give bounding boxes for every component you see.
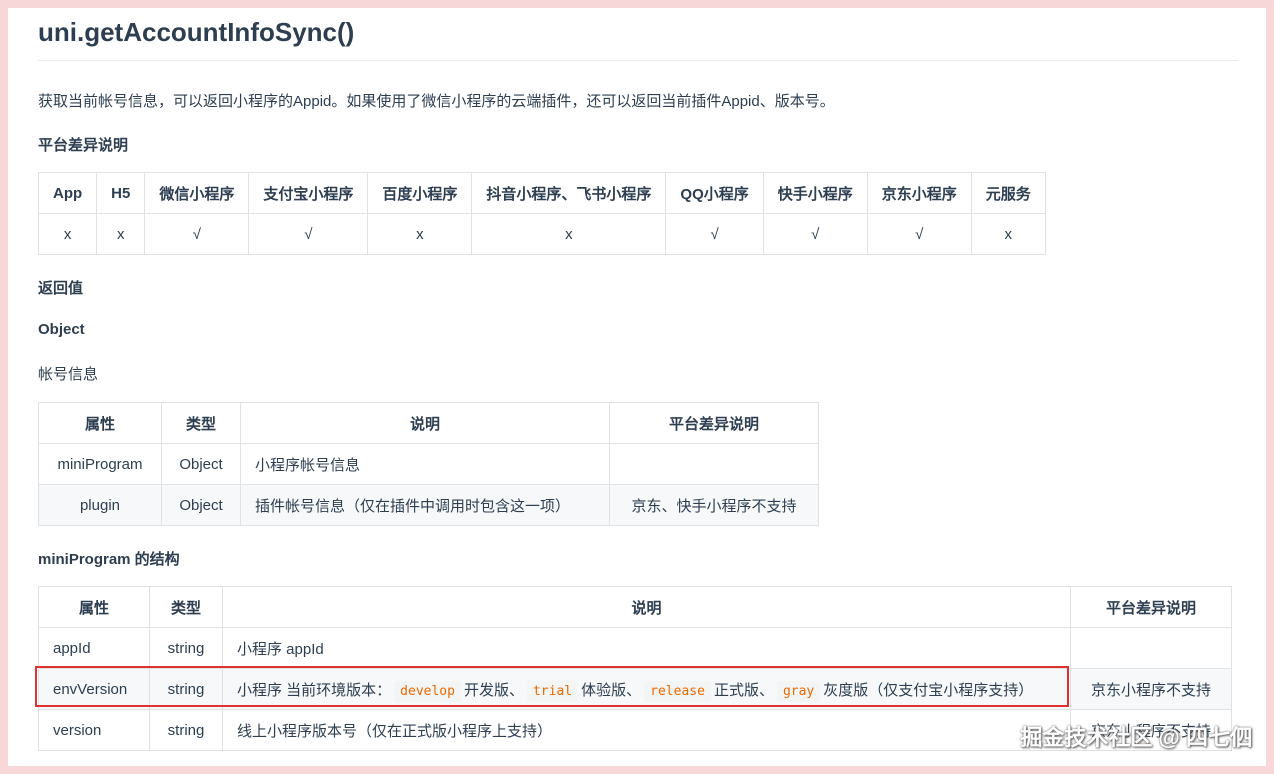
platform-value: √	[665, 213, 764, 255]
account-header: 平台差异说明	[609, 402, 819, 444]
platform-header: QQ小程序	[665, 172, 764, 214]
desc-prefix: 小程序 当前环境版本：	[237, 681, 392, 699]
desc-text: 灰度版（仅支付宝小程序支持）	[823, 681, 1034, 699]
desc-text: 正式版、	[713, 681, 774, 699]
platform-value: x	[970, 213, 1046, 255]
watermark: 掘金技术社区 @ 四七伵	[1020, 725, 1252, 750]
structure-header-row: 属性 类型 说明 平台差异说明	[38, 586, 1232, 628]
code-gray: gray	[776, 680, 821, 702]
cell-prop: envVersion	[38, 668, 150, 710]
platform-header: 快手小程序	[762, 172, 868, 214]
doc-page: uni.getAccountInfoSync() 获取当前帐号信息，可以返回小程…	[8, 8, 1266, 766]
cell-desc: 小程序 当前环境版本： develop 开发版、 trial 体验版、 release 正式…	[222, 668, 1071, 710]
platform-header: 微信小程序	[144, 172, 250, 214]
platform-header-row: App H5 微信小程序 支付宝小程序 百度小程序 抖音小程序、飞书小程序 QQ…	[37, 172, 1046, 214]
cell-desc: 插件帐号信息（仅在插件中调用时包含这一项）	[240, 484, 610, 526]
cell-type: string	[149, 668, 223, 710]
desc-text: 开发版、	[463, 681, 524, 699]
cell-type: Object	[161, 443, 241, 485]
platform-header: 支付宝小程序	[248, 172, 369, 214]
platform-header: App	[37, 172, 98, 214]
account-header: 说明	[240, 402, 610, 444]
return-description: 帐号信息	[38, 366, 99, 383]
cell-platform: 京东小程序不支持	[1070, 668, 1232, 710]
table-row: miniProgram Object 小程序帐号信息	[38, 443, 819, 485]
code-release: release	[644, 680, 711, 702]
cell-prop: appId	[38, 627, 150, 669]
platform-heading: 平台差异说明	[38, 137, 129, 154]
cell-prop: miniProgram	[38, 443, 162, 485]
platform-value-row: x x √ √ x x √ √ √ x	[37, 213, 1046, 255]
platform-value: √	[144, 213, 250, 255]
platform-value: x	[37, 213, 98, 255]
platform-value: x	[96, 213, 146, 255]
structure-header: 说明	[222, 586, 1071, 628]
platform-header: 抖音小程序、飞书小程序	[471, 172, 667, 214]
cell-desc: 线上小程序版本号（仅在正式版小程序上支持）	[222, 709, 1071, 751]
platform-header: 百度小程序	[367, 172, 473, 214]
cell-type: string	[149, 709, 223, 751]
page-title: uni.getAccountInfoSync()	[38, 14, 1238, 61]
structure-heading: miniProgram 的结构	[38, 551, 180, 568]
cell-desc: 小程序 appId	[222, 627, 1071, 669]
cell-prop: plugin	[38, 484, 162, 526]
desc-text: 体验版、	[581, 681, 642, 699]
code-develop: develop	[394, 680, 461, 702]
code-trial: trial	[526, 680, 579, 702]
return-type: Object	[38, 321, 85, 338]
cell-platform	[609, 443, 819, 485]
account-header-row: 属性 类型 说明 平台差异说明	[38, 402, 819, 444]
platform-table: App H5 微信小程序 支付宝小程序 百度小程序 抖音小程序、飞书小程序 QQ…	[37, 172, 1046, 255]
table-row: appId string 小程序 appId	[38, 627, 1232, 669]
platform-value: x	[471, 213, 667, 255]
platform-value: √	[248, 213, 369, 255]
table-row: envVersion string 小程序 当前环境版本： develop 开发版、…	[38, 668, 1232, 710]
account-header: 属性	[38, 402, 162, 444]
account-header: 类型	[161, 402, 241, 444]
structure-header: 属性	[38, 586, 150, 628]
cell-type: string	[149, 627, 223, 669]
intro-text: 获取当前帐号信息，可以返回小程序的Appid。如果使用了微信小程序的云端插件，还…	[38, 93, 835, 110]
platform-value: √	[866, 213, 972, 255]
platform-header: H5	[96, 172, 146, 214]
cell-desc: 小程序帐号信息	[240, 443, 610, 485]
account-info-table: 属性 类型 说明 平台差异说明 miniProgram Object 小程序帐号…	[38, 402, 819, 526]
table-row: plugin Object 插件帐号信息（仅在插件中调用时包含这一项） 京东、快…	[38, 484, 819, 526]
platform-header: 元服务	[970, 172, 1046, 214]
return-heading: 返回值	[38, 280, 84, 297]
platform-value: √	[762, 213, 868, 255]
cell-platform	[1070, 627, 1232, 669]
cell-prop: version	[38, 709, 150, 751]
structure-header: 平台差异说明	[1070, 586, 1232, 628]
platform-value: x	[367, 213, 473, 255]
cell-type: Object	[161, 484, 241, 526]
cell-platform: 京东、快手小程序不支持	[609, 484, 819, 526]
structure-header: 类型	[149, 586, 223, 628]
platform-header: 京东小程序	[866, 172, 972, 214]
